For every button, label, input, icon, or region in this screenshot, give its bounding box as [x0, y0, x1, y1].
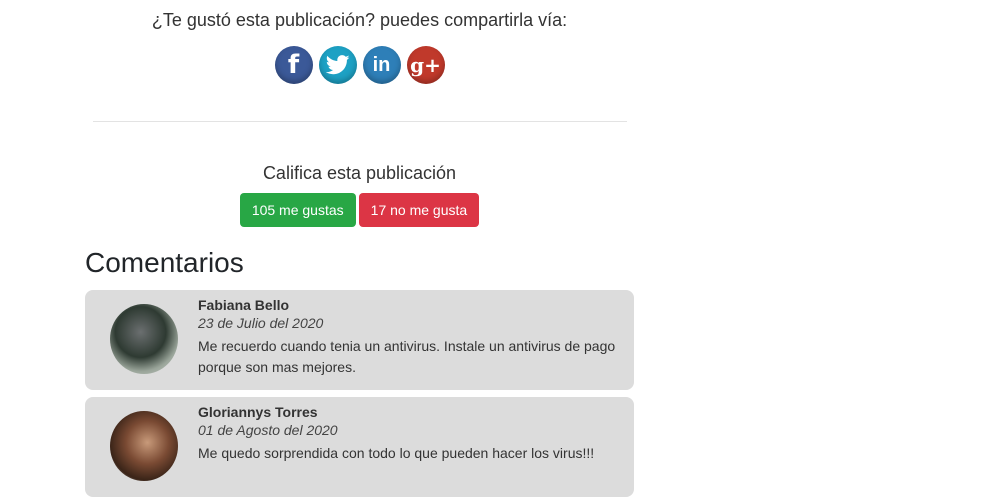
comment-card: Gloriannys Torres 01 de Agosto del 2020 … — [85, 397, 634, 497]
comment-date: 01 de Agosto del 2020 — [198, 422, 338, 438]
twitter-icon — [325, 55, 349, 75]
section-divider — [93, 121, 627, 122]
avatar — [110, 411, 178, 481]
comment-text: Me quedo sorprendida con todo lo que pue… — [198, 445, 595, 461]
comment-author: Fabiana Bello — [198, 297, 290, 313]
comment-card: Fabiana Bello 23 de Julio del 2020 Me re… — [85, 290, 634, 390]
share-prompt: ¿Te gustó esta publicación? puedes compa… — [151, 10, 568, 30]
google-plus-icon: g+ — [410, 53, 441, 77]
like-button[interactable]: 105 me gustas — [239, 193, 356, 227]
dislike-button[interactable]: 17 no me gusta — [358, 193, 480, 227]
comment-author: Gloriannys Torres — [198, 404, 318, 420]
avatar — [110, 304, 178, 374]
comment-text: Me recuerdo cuando tenia un antivirus. I… — [198, 338, 616, 375]
facebook-share-button[interactable]: f — [274, 46, 313, 84]
linkedin-share-button[interactable]: in — [362, 46, 401, 84]
google-plus-share-button[interactable]: g+ — [406, 46, 445, 84]
comments-heading: Comentarios — [85, 247, 244, 278]
comment-date: 23 de Julio del 2020 — [198, 315, 324, 331]
linkedin-icon: in — [372, 53, 391, 76]
share-buttons: f in g+ — [85, 46, 634, 84]
rating-buttons: 105 me gustas 17 no me gusta — [85, 193, 634, 227]
twitter-share-button[interactable] — [318, 46, 357, 84]
rating-title: Califica esta publicación — [262, 163, 457, 183]
facebook-icon: f — [287, 50, 300, 80]
